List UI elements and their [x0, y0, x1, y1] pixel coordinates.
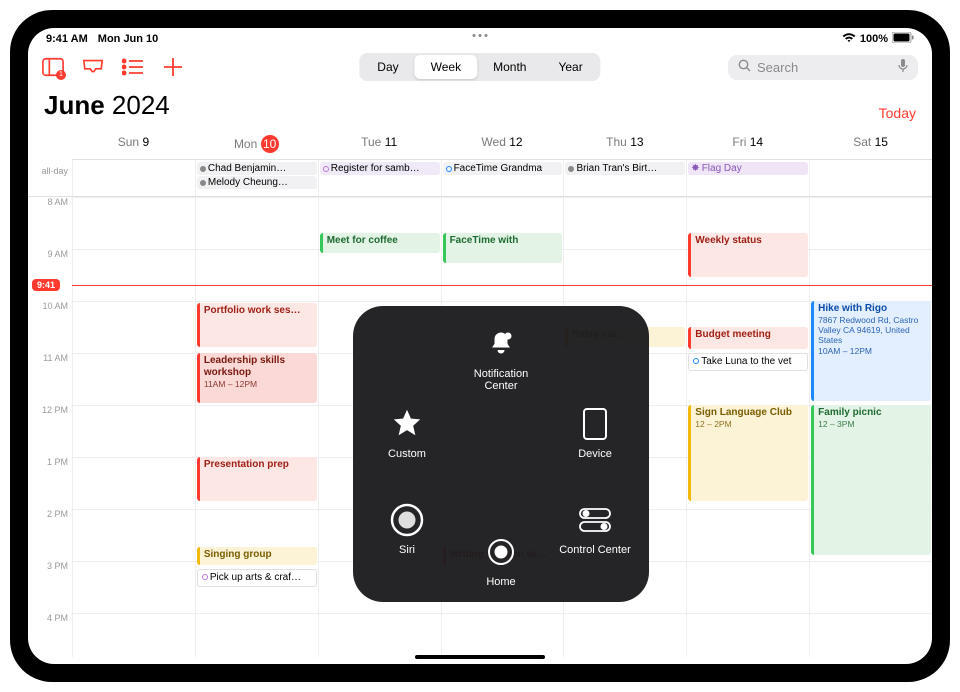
multitask-dots[interactable] [473, 34, 488, 37]
mic-icon[interactable] [898, 59, 908, 76]
event[interactable]: Family picnic12 – 3PM [811, 405, 931, 555]
screen: 9:41 AM Mon Jun 10 100% 1 [28, 28, 932, 664]
event[interactable]: Budget meeting [688, 327, 808, 349]
today-button[interactable]: Today [879, 105, 916, 121]
battery-icon [892, 32, 914, 46]
view-segmented: Day Week Month Year [359, 53, 600, 81]
week-header: Sun 9 Mon 10 Tue 11 Wed 12 Thu 13 Fri 14… [72, 129, 932, 160]
sidebar-badge: 1 [56, 70, 66, 80]
event[interactable]: Presentation prep [197, 457, 317, 501]
at-control-center[interactable]: Control Center [555, 500, 635, 556]
battery-pct: 100% [860, 33, 888, 45]
home-indicator[interactable] [415, 655, 545, 659]
event[interactable]: Leadership skills workshop11AM – 12PM [197, 353, 317, 403]
bell-icon [481, 324, 521, 364]
day-col-fri[interactable]: Weekly status Budget meeting Take Luna t… [686, 197, 809, 657]
wifi-icon [842, 33, 856, 46]
seg-day[interactable]: Day [361, 55, 414, 79]
seg-week[interactable]: Week [415, 55, 477, 79]
search-icon [738, 59, 751, 75]
at-custom[interactable]: Custom [367, 404, 447, 460]
allday-event[interactable]: Melody Cheung… [197, 176, 317, 189]
allday-event[interactable]: ✸Flag Day [688, 162, 808, 175]
seg-month[interactable]: Month [477, 55, 542, 79]
seg-year[interactable]: Year [542, 55, 598, 79]
day-col-sat[interactable]: Hike with Rigo7867 Redwood Rd, Castro Va… [809, 197, 932, 657]
home-button-icon [481, 532, 521, 572]
toolbar: 1 Day Week Month Year Sea [28, 48, 932, 86]
at-device[interactable]: Device [555, 404, 635, 460]
search-placeholder: Search [757, 60, 798, 75]
event[interactable]: Weekly status [688, 233, 808, 277]
event[interactable]: Meet for coffee [320, 233, 440, 253]
star-icon [387, 404, 427, 444]
status-time: 9:41 AM [46, 33, 88, 45]
allday-row: all-day Chad Benjamin… Melody Cheung… Re… [28, 160, 932, 197]
search-input[interactable]: Search [728, 55, 918, 80]
day-col-mon[interactable]: Portfolio work ses… Leadership skills wo… [195, 197, 318, 657]
status-date: Mon Jun 10 [98, 33, 159, 45]
allday-event[interactable]: FaceTime Grandma [443, 162, 563, 175]
ipad-icon [575, 404, 615, 444]
inbox-icon[interactable] [82, 56, 104, 78]
list-icon[interactable] [122, 56, 144, 78]
siri-icon [387, 500, 427, 540]
at-notification-center[interactable]: Notification Center [461, 324, 541, 392]
now-time-badge: 9:41 [32, 279, 60, 291]
toggles-icon [575, 500, 615, 540]
event[interactable]: Pick up arts & craf… [197, 569, 317, 587]
event[interactable]: FaceTime with [443, 233, 563, 263]
event[interactable]: Take Luna to the vet [688, 353, 808, 371]
day-col-sun[interactable] [72, 197, 195, 657]
month-title: June 2024 [44, 90, 170, 121]
assistivetouch-menu[interactable]: Notification Center Custom Device Siri C… [353, 306, 649, 602]
allday-event[interactable]: Register for samb… [320, 162, 440, 175]
at-home[interactable]: Home [461, 532, 541, 588]
event[interactable]: Portfolio work ses… [197, 303, 317, 347]
allday-event[interactable]: Chad Benjamin… [197, 162, 317, 175]
hours-col: 8 AM 9 AM 10 AM 11 AM 12 PM 1 PM 2 PM 3 … [28, 197, 72, 657]
allday-event[interactable]: Brian Tran's Birt… [565, 162, 685, 175]
status-bar: 9:41 AM Mon Jun 10 100% [28, 28, 932, 48]
event[interactable]: Hike with Rigo7867 Redwood Rd, Castro Va… [811, 301, 931, 401]
event[interactable]: Sign Language Club12 – 2PM [688, 405, 808, 501]
event[interactable]: Singing group [197, 547, 317, 565]
add-icon[interactable] [162, 56, 184, 78]
sidebar-toggle-icon[interactable]: 1 [42, 56, 64, 78]
at-siri[interactable]: Siri [367, 500, 447, 556]
now-line [72, 285, 932, 286]
ipad-frame: 9:41 AM Mon Jun 10 100% 1 [10, 10, 950, 682]
star-icon: ✸ [691, 163, 699, 174]
